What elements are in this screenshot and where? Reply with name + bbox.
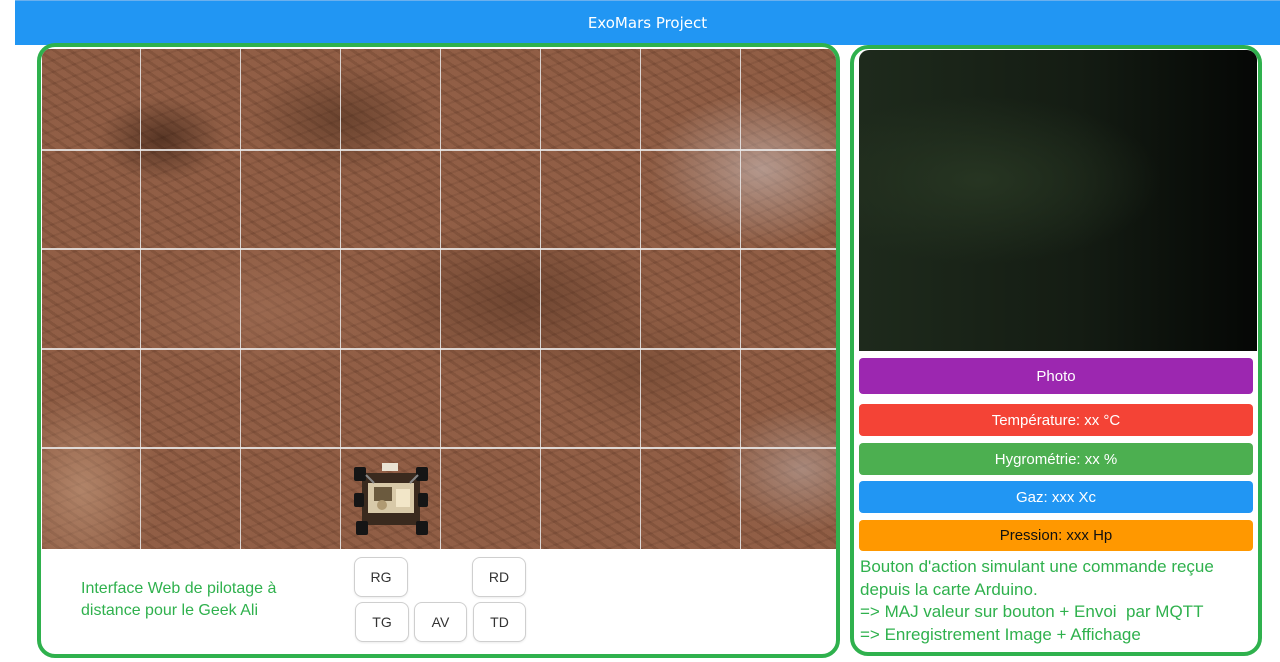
grid-line	[42, 149, 836, 151]
camera-feed	[859, 50, 1257, 351]
temperature-button[interactable]: Température: xx °C	[859, 404, 1253, 436]
grid-line	[440, 49, 441, 549]
sensor-panel: Photo Température: xx °C Hygrométrie: xx…	[850, 45, 1262, 656]
grid-line	[42, 348, 836, 350]
forward-button[interactable]: AV	[414, 602, 467, 642]
driving-panel: Interface Web de pilotage à distance pou…	[37, 43, 840, 658]
photo-button[interactable]: Photo	[859, 358, 1253, 394]
header-bar: ExoMars Project	[15, 0, 1280, 45]
grid-line	[42, 447, 836, 449]
rotate-left-button[interactable]: RG	[354, 557, 408, 597]
grid-line	[640, 49, 641, 549]
gas-button[interactable]: Gaz: xxx Xc	[859, 481, 1253, 513]
rover-icon[interactable]	[352, 461, 432, 539]
grid-line	[240, 49, 241, 549]
grid-line	[740, 49, 741, 549]
info-line: => Enregistrement Image + Affichage	[860, 624, 1141, 644]
info-line: Bouton d'action simulant une commande re…	[860, 557, 1214, 576]
info-line: => MAJ valeur sur bouton + Envoi par MQT…	[860, 602, 1204, 621]
grid-line	[42, 248, 836, 250]
info-line: depuis la carte Arduino.	[860, 579, 1038, 599]
hygrometry-button[interactable]: Hygrométrie: xx %	[859, 443, 1253, 475]
pressure-button[interactable]: Pression: xxx Hp	[859, 520, 1253, 551]
interface-caption: Interface Web de pilotage à distance pou…	[81, 580, 277, 619]
rotate-right-button[interactable]: RD	[472, 557, 526, 597]
grid-line	[140, 49, 141, 549]
action-info: Bouton d'action simulant une commande re…	[860, 556, 1258, 646]
grid-line	[540, 49, 541, 549]
turn-left-button[interactable]: TG	[355, 602, 409, 642]
page-title: ExoMars Project	[587, 14, 708, 32]
grid-line	[340, 49, 341, 549]
turn-right-button[interactable]: TD	[473, 602, 526, 642]
mars-map[interactable]	[42, 49, 836, 549]
